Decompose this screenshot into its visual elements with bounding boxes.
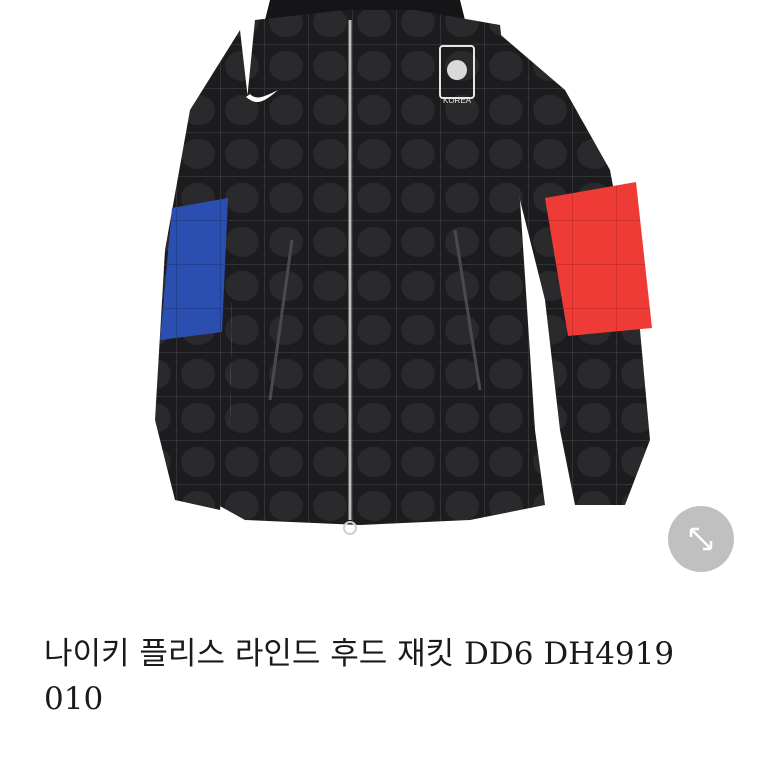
svg-text:KOREA: KOREA (443, 96, 472, 105)
left-sleeve-blue-band (160, 198, 228, 340)
expand-image-button[interactable] (668, 506, 734, 572)
product-title: 나이키 플리스 라인드 후드 재킷 DD6 DH4919 010 (44, 636, 675, 717)
jacket-body (218, 10, 545, 525)
expand-icon (689, 527, 713, 551)
jacket-illustration: KOREA (155, 0, 652, 535)
product-page: KOREA 나이키 플리스 라인드 후드 재킷 DD6 DH4919 010 (0, 0, 758, 758)
product-image[interactable]: KOREA (0, 0, 758, 592)
product-info: 나이키 플리스 라인드 후드 재킷 DD6 DH4919 010 (0, 592, 758, 758)
